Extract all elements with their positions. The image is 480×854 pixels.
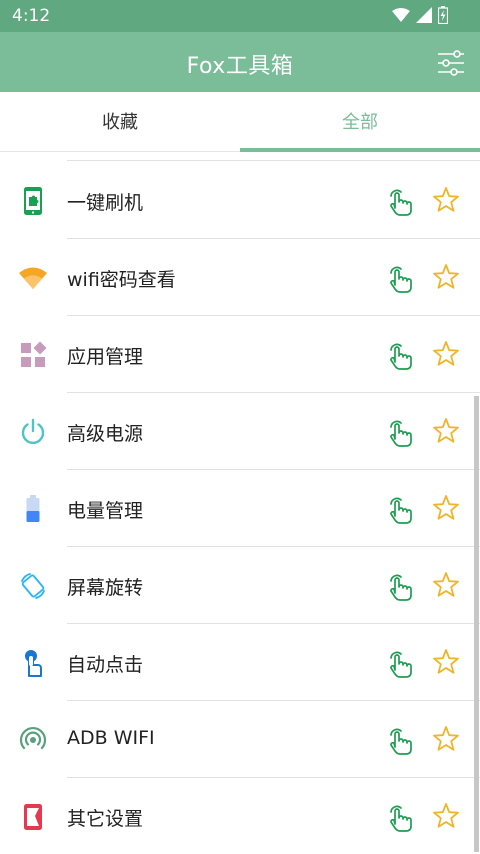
tap-run-icon[interactable] [386, 725, 414, 755]
star-icon[interactable] [432, 263, 460, 291]
tap-run-icon[interactable] [386, 263, 414, 293]
app-bar: Fox工具箱 [0, 32, 480, 92]
star-icon[interactable] [432, 802, 460, 830]
star-icon[interactable] [432, 186, 460, 214]
list-item-label: 高级电源 [67, 423, 144, 445]
screen-rotation-icon [21, 573, 45, 599]
tab-all[interactable]: 全部 [240, 92, 480, 152]
list-item[interactable]: 其它设置 [0, 778, 480, 854]
tap-run-icon[interactable] [386, 417, 414, 447]
auto-click-icon [25, 650, 42, 677]
power-icon [21, 418, 45, 445]
list-item[interactable]: 电量管理 [0, 470, 480, 547]
list-item[interactable]: 自动点击 [0, 624, 480, 701]
list-item[interactable]: 高级电源 [0, 393, 480, 470]
star-icon[interactable] [432, 571, 460, 599]
other-settings-icon [24, 804, 42, 830]
tap-run-icon[interactable] [386, 802, 414, 832]
list-item[interactable]: 屏幕旋转 [0, 547, 480, 624]
divider [67, 160, 480, 161]
list-item[interactable]: wifi密码查看 [0, 239, 480, 316]
tap-run-icon[interactable] [386, 648, 414, 678]
battery-icon [26, 495, 40, 522]
star-icon[interactable] [432, 648, 460, 676]
adb-signal-icon [19, 726, 47, 750]
list-item-label: 应用管理 [67, 346, 144, 368]
list-item-label: 一键刷机 [67, 192, 144, 214]
tap-run-icon[interactable] [386, 571, 414, 601]
wifi-status-icon [392, 8, 410, 22]
battery-charging-icon [438, 6, 448, 24]
page-title: Fox工具箱 [186, 54, 294, 79]
tool-list: 一键刷机 wifi密码查看 应用管理 高级电源 电量管理 屏幕旋转 自动点击 A… [0, 162, 480, 854]
list-item-label: 其它设置 [67, 808, 144, 830]
tap-run-icon[interactable] [386, 186, 414, 216]
list-item-label: wifi密码查看 [67, 269, 176, 291]
star-icon[interactable] [432, 340, 460, 368]
list-item[interactable]: ADB WIFI [0, 701, 480, 778]
scrollbar[interactable] [474, 396, 479, 852]
list-item-label: 电量管理 [67, 500, 144, 522]
star-icon[interactable] [432, 494, 460, 522]
star-icon[interactable] [432, 417, 460, 445]
status-bar: 4:12 [0, 0, 480, 32]
list-item-label: 屏幕旋转 [67, 577, 144, 599]
filter-settings-icon[interactable] [436, 48, 466, 78]
apps-grid-icon [21, 341, 47, 367]
cellular-signal-icon [416, 7, 432, 23]
phone-puzzle-icon [24, 187, 42, 215]
tab-bar: 收藏 全部 [0, 92, 480, 152]
wifi-icon [19, 267, 47, 289]
status-icons [392, 6, 448, 24]
star-icon[interactable] [432, 725, 460, 753]
status-time: 4:12 [12, 6, 51, 26]
list-item-label: ADB WIFI [67, 727, 155, 749]
tab-favorites[interactable]: 收藏 [0, 92, 240, 152]
tap-run-icon[interactable] [386, 494, 414, 524]
list-item[interactable]: 一键刷机 [0, 162, 480, 239]
list-item[interactable]: 应用管理 [0, 316, 480, 393]
tab-indicator [240, 148, 480, 152]
tap-run-icon[interactable] [386, 340, 414, 370]
list-item-label: 自动点击 [67, 654, 144, 676]
